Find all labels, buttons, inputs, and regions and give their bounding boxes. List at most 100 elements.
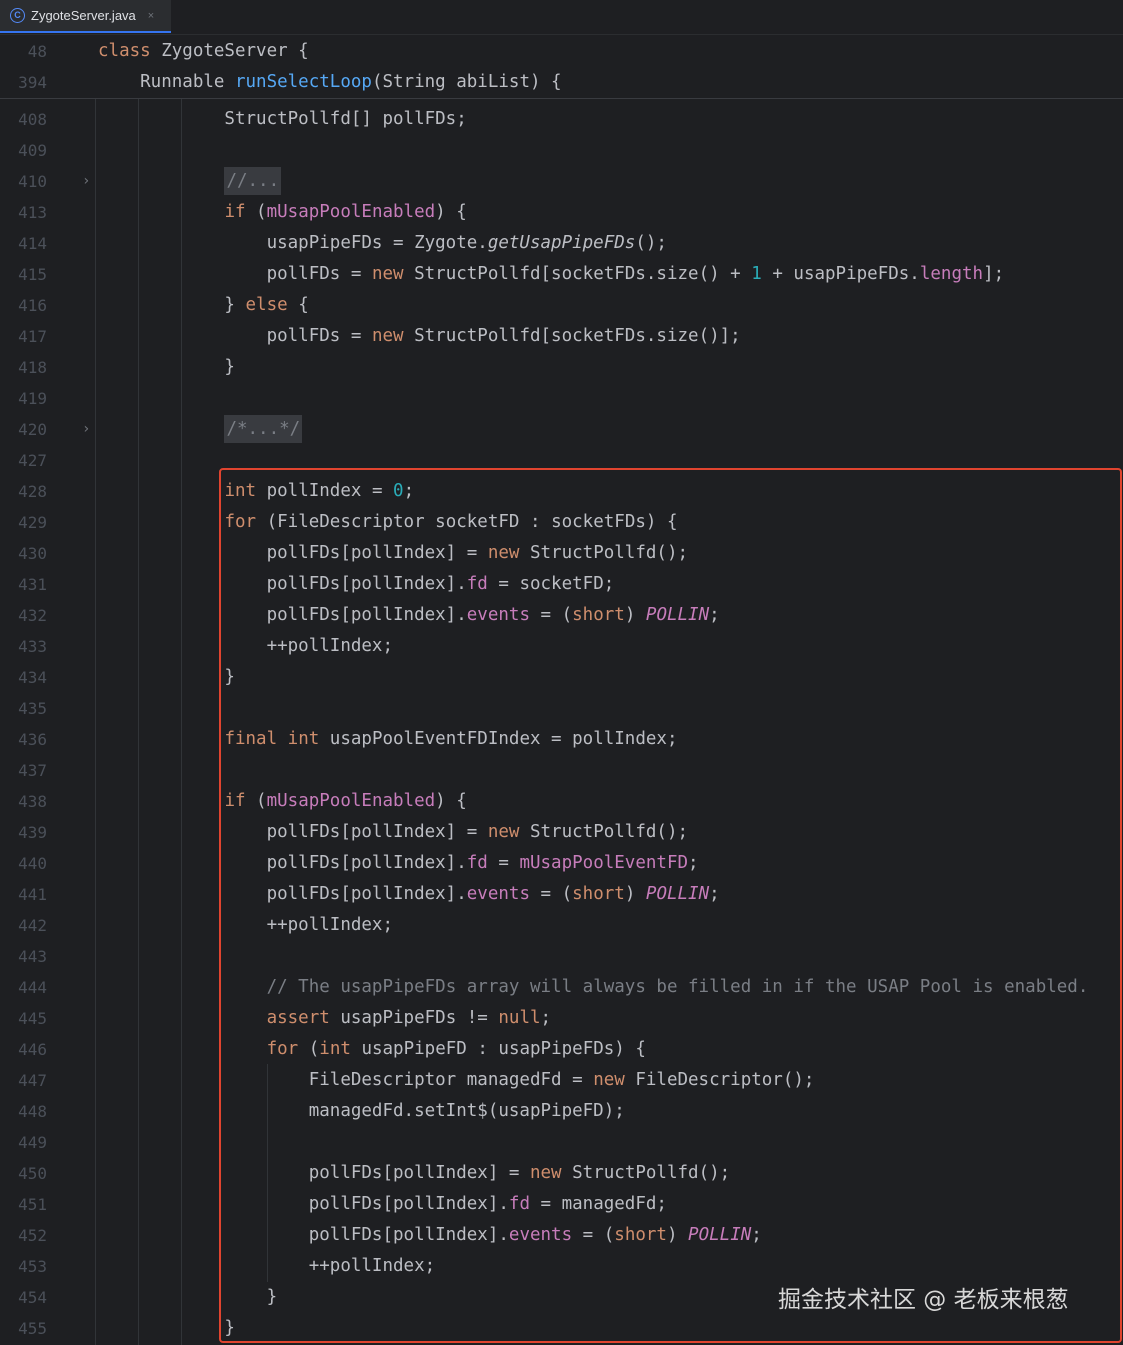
line-number: 439 bbox=[18, 823, 47, 842]
java-class-icon: C bbox=[10, 8, 25, 23]
code-token: new bbox=[371, 264, 415, 284]
code-token: //... bbox=[224, 167, 282, 195]
code-text: pollFDs = new StructPollfd[socketFDs.siz… bbox=[98, 321, 741, 352]
line-number: 414 bbox=[18, 234, 47, 253]
code-text: } bbox=[98, 352, 235, 383]
code-token: } bbox=[98, 1318, 235, 1338]
line-number: 445 bbox=[18, 1009, 47, 1028]
line-number: 452 bbox=[18, 1226, 47, 1245]
line-number: 419 bbox=[18, 389, 47, 408]
code-token: new bbox=[371, 326, 415, 346]
file-tab-zygoteserver[interactable]: C ZygoteServer.java × bbox=[0, 0, 171, 33]
code-token: runSelectLoop bbox=[234, 72, 372, 92]
code-token: StructPollfd[socketFDs.size()]; bbox=[414, 326, 741, 346]
code-token: getUsapPipeFDs bbox=[487, 233, 636, 253]
code-token: StructPollfd[] pollFDs; bbox=[98, 109, 467, 129]
code-line[interactable]: 420 › /*...*/ bbox=[0, 414, 1123, 445]
code-token: 1 bbox=[751, 264, 762, 284]
code-line[interactable]: 415 pollFDs = new StructPollfd[socketFDs… bbox=[0, 259, 1123, 290]
code-line[interactable]: 48 class ZygoteServer { bbox=[0, 36, 1123, 67]
code-token: StructPollfd[socketFDs.size() + bbox=[414, 264, 752, 284]
line-number: 413 bbox=[18, 203, 47, 222]
line-number: 420 bbox=[18, 420, 47, 439]
line-number: 48 bbox=[27, 42, 47, 61]
code-text: pollFDs = new StructPollfd[socketFDs.siz… bbox=[98, 259, 1005, 290]
code-line[interactable]: 409 bbox=[0, 135, 1123, 166]
line-number: 417 bbox=[18, 327, 47, 346]
line-number: 431 bbox=[18, 575, 47, 594]
code-line[interactable]: 408 StructPollfd[] pollFDs; bbox=[0, 104, 1123, 135]
code-token: usapPipeFDs = Zygote. bbox=[98, 233, 488, 253]
code-token: } bbox=[98, 357, 235, 377]
code-text: } bbox=[98, 662, 235, 693]
code-token: (String abiList) { bbox=[371, 72, 562, 92]
code-token: Runnable bbox=[98, 72, 235, 92]
close-icon[interactable]: × bbox=[148, 10, 154, 22]
line-number: 394 bbox=[18, 73, 47, 92]
code-token: (); bbox=[635, 233, 667, 253]
line-number: 442 bbox=[18, 916, 47, 935]
watermark: 掘金技术社区 @ 老板来根葱 bbox=[778, 1287, 1069, 1313]
line-number: 448 bbox=[18, 1102, 47, 1121]
code-line[interactable]: 416 } else { bbox=[0, 290, 1123, 321]
code-token: ZygoteServer { bbox=[161, 41, 309, 61]
line-number: 434 bbox=[18, 668, 47, 687]
line-number: 416 bbox=[18, 296, 47, 315]
code-line[interactable]: 417 pollFDs = new StructPollfd[socketFDs… bbox=[0, 321, 1123, 352]
code-line[interactable]: 418 } bbox=[0, 352, 1123, 383]
code-token: } bbox=[98, 667, 235, 687]
editor-tab-bar: C ZygoteServer.java × bbox=[0, 0, 1123, 35]
line-number: 454 bbox=[18, 1288, 47, 1307]
highlight-box bbox=[219, 468, 1122, 1343]
code-token: /*...*/ bbox=[224, 415, 303, 443]
line-number: 441 bbox=[18, 885, 47, 904]
line-number: 444 bbox=[18, 978, 47, 997]
line-number: 429 bbox=[18, 513, 47, 532]
code-text: } else { bbox=[98, 290, 308, 321]
line-number: 415 bbox=[18, 265, 47, 284]
code-line[interactable]: 413 if (mUsapPoolEnabled) { bbox=[0, 197, 1123, 228]
line-number: 453 bbox=[18, 1257, 47, 1276]
line-number: 436 bbox=[18, 730, 47, 749]
code-token: ]; bbox=[983, 264, 1005, 284]
line-number: 440 bbox=[18, 854, 47, 873]
line-number: 409 bbox=[18, 141, 47, 160]
line-number: 449 bbox=[18, 1133, 47, 1152]
line-number: 438 bbox=[18, 792, 47, 811]
line-number: 418 bbox=[18, 358, 47, 377]
line-number: 443 bbox=[18, 947, 47, 966]
code-line[interactable]: 419 bbox=[0, 383, 1123, 414]
code-line[interactable]: 394 Runnable runSelectLoop(String abiLis… bbox=[0, 67, 1123, 98]
code-text: class ZygoteServer { bbox=[98, 36, 309, 67]
code-line[interactable]: 414 usapPipeFDs = Zygote.getUsapPipeFDs(… bbox=[0, 228, 1123, 259]
code-token: mUsapPoolEnabled bbox=[266, 202, 436, 222]
line-number: 446 bbox=[18, 1040, 47, 1059]
fold-chevron-icon[interactable]: › bbox=[82, 166, 90, 197]
line-number: 437 bbox=[18, 761, 47, 780]
code-line[interactable]: 410 › //... bbox=[0, 166, 1123, 197]
code-text: /*...*/ bbox=[98, 414, 303, 445]
line-number: 430 bbox=[18, 544, 47, 563]
code-token: else bbox=[245, 295, 299, 315]
line-number: 410 bbox=[18, 172, 47, 191]
code-text: StructPollfd[] pollFDs; bbox=[98, 104, 467, 135]
code-token: length bbox=[919, 264, 984, 284]
code-token: + usapPipeFDs. bbox=[761, 264, 920, 284]
code-token: pollFDs = bbox=[98, 264, 372, 284]
code-token: pollFDs = bbox=[98, 326, 372, 346]
line-number: 408 bbox=[18, 110, 47, 129]
code-text: Runnable runSelectLoop(String abiList) { bbox=[98, 67, 562, 98]
code-text: //... bbox=[98, 166, 282, 197]
code-text: usapPipeFDs = Zygote.getUsapPipeFDs(); bbox=[98, 228, 667, 259]
line-number: 428 bbox=[18, 482, 47, 501]
code-text: } bbox=[98, 1313, 235, 1344]
line-number: 450 bbox=[18, 1164, 47, 1183]
fold-chevron-icon[interactable]: › bbox=[82, 414, 90, 445]
line-number: 432 bbox=[18, 606, 47, 625]
